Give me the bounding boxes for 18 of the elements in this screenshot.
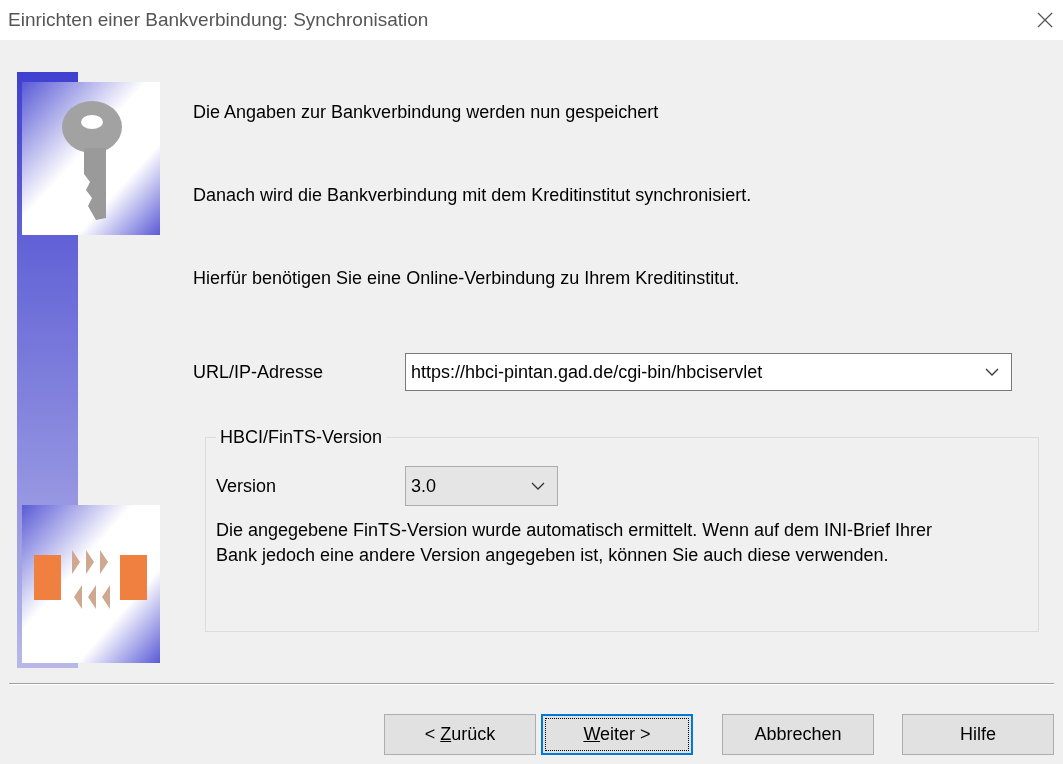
url-combo[interactable]: https://hbci-pintan.gad.de/cgi-bin/hbciservlet [405,353,1012,391]
dialog-button[interactable]: Hilfe [902,714,1054,755]
dialog-button[interactable]: < Zurück [384,714,536,755]
url-label: URL/IP-Adresse [193,361,325,383]
sync-icon [22,505,160,663]
info-text: Hierfür benötigen Sie eine Online-Verbindung zu Ihrem Kreditinstitut. [193,268,741,290]
info-text: Danach wird die Bankverbindung mit dem Kreditinstitut synchronisiert. [193,185,753,207]
chevron-down-icon[interactable] [531,482,545,490]
close-icon[interactable] [1037,12,1053,28]
dialog-button[interactable]: Weiter > [541,714,693,755]
dialog-button[interactable]: Abbrechen [722,714,874,755]
info-text: Die Angaben zur Bankverbindung werden nun gespeichert [193,102,660,124]
window-title: Einrichten einer Bankverbindung: Synchronisation [8,9,429,31]
key-icon [22,82,160,235]
chevron-down-icon[interactable] [985,368,999,376]
version-combo[interactable]: 3.0 [405,466,558,506]
version-label: Version [216,475,278,497]
version-note: Die angegebene FinTS-Version wurde automatisch ermittelt. Wenn auf dem INI-Brief Ihrer Bank jedoch eine andere Version angegeben ist, können Sie auch diese verwenden. [216,519,933,567]
